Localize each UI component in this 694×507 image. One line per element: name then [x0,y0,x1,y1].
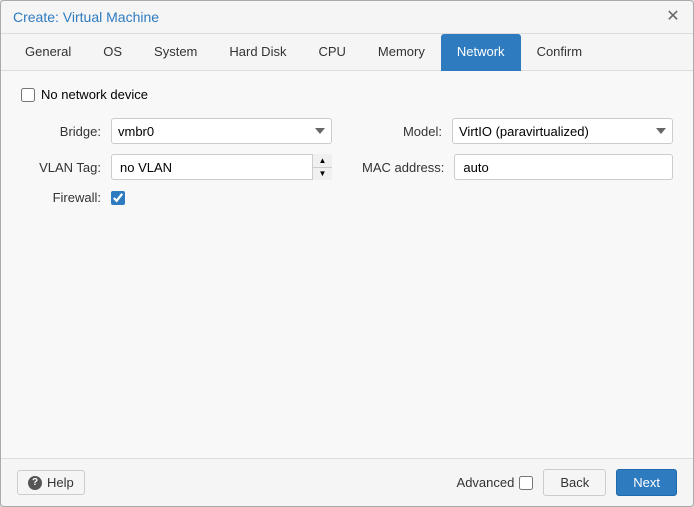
advanced-wrap: Advanced [457,475,534,490]
tab-confirm[interactable]: Confirm [521,34,599,71]
help-icon: ? [28,476,42,490]
vlan-spinner: ▲ ▼ [111,154,332,180]
close-button[interactable]: ✕ [665,9,681,25]
advanced-checkbox[interactable] [519,476,533,490]
advanced-label: Advanced [457,475,515,490]
footer-left: ? Help [17,470,85,495]
tab-general[interactable]: General [9,34,87,71]
tab-os[interactable]: OS [87,34,138,71]
tab-network[interactable]: Network [441,34,521,71]
vlan-row: VLAN Tag: ▲ ▼ [21,154,332,180]
back-button[interactable]: Back [543,469,606,496]
tab-system[interactable]: System [138,34,213,71]
no-network-device-checkbox[interactable] [21,88,35,102]
tab-cpu[interactable]: CPU [302,34,361,71]
no-network-device-label[interactable]: No network device [41,87,148,102]
tab-hard-disk[interactable]: Hard Disk [213,34,302,71]
create-vm-dialog: Create: Virtual Machine ✕ General OS Sys… [0,0,694,507]
vlan-input[interactable] [111,154,332,180]
model-row: Model: VirtIO (paravirtualized) [362,118,673,144]
firewall-checkbox[interactable] [111,191,125,205]
model-select[interactable]: VirtIO (paravirtualized) [452,118,673,144]
vlan-down-button[interactable]: ▼ [312,168,332,181]
firewall-label: Firewall: [21,190,101,205]
tab-content: No network device Bridge: vmbr0 VLAN Tag… [1,71,693,458]
help-button[interactable]: ? Help [17,470,85,495]
firewall-checkbox-wrap [111,191,125,205]
vlan-spinner-buttons: ▲ ▼ [312,154,332,180]
firewall-row: Firewall: [21,190,332,205]
vlan-label: VLAN Tag: [21,160,101,175]
no-device-row: No network device [21,87,673,102]
mac-row: MAC address: [362,154,673,180]
dialog-footer: ? Help Advanced Back Next [1,458,693,506]
bridge-label: Bridge: [21,124,101,139]
model-label: Model: [362,124,442,139]
dialog-title: Create: Virtual Machine [13,9,159,25]
right-column: Model: VirtIO (paravirtualized) MAC addr… [362,118,673,205]
mac-input[interactable] [454,154,673,180]
left-column: Bridge: vmbr0 VLAN Tag: ▲ ▼ [21,118,332,205]
mac-label: MAC address: [362,160,444,175]
help-label: Help [47,475,74,490]
tabs-bar: General OS System Hard Disk CPU Memory N… [1,34,693,71]
title-bar: Create: Virtual Machine ✕ [1,1,693,34]
bridge-select[interactable]: vmbr0 [111,118,332,144]
next-button[interactable]: Next [616,469,677,496]
bridge-row: Bridge: vmbr0 [21,118,332,144]
vlan-up-button[interactable]: ▲ [312,154,332,168]
tab-memory[interactable]: Memory [362,34,441,71]
footer-right: Advanced Back Next [457,469,677,496]
network-form: Bridge: vmbr0 VLAN Tag: ▲ ▼ [21,118,673,205]
